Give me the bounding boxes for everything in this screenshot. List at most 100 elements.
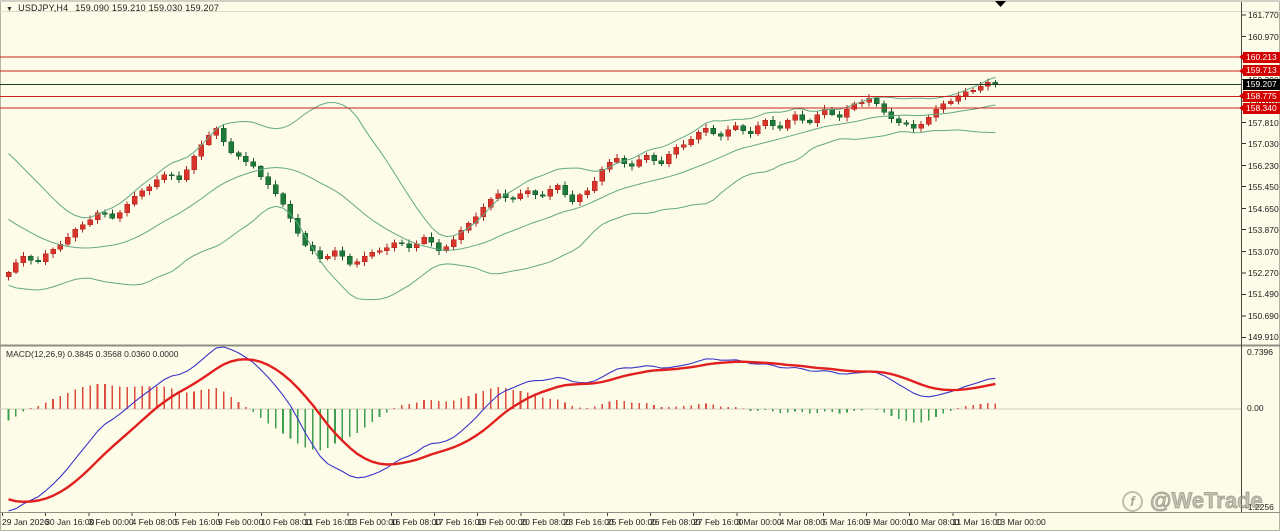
candle-body <box>563 185 568 195</box>
candle-body <box>362 256 367 261</box>
candle-body <box>422 237 427 244</box>
chart-canvas[interactable] <box>0 0 1280 531</box>
chart-title-bar: ▼ USDJPY,H4 159.090 159.210 159.030 159.20… <box>6 3 219 13</box>
candle-body <box>511 198 516 199</box>
candle-body <box>384 248 389 251</box>
symbol-dropdown-icon[interactable]: ▼ <box>6 6 13 13</box>
candle-body <box>347 256 352 264</box>
candle-body <box>666 154 671 164</box>
candle-body <box>140 191 145 196</box>
candle-body <box>377 251 382 252</box>
candle-body <box>110 214 115 218</box>
candle-body <box>251 162 256 167</box>
macd-scale-max-label: 0.7396 <box>1247 347 1273 357</box>
candle-body <box>125 204 130 212</box>
candle-body <box>681 145 686 148</box>
candle-body <box>221 128 226 142</box>
candle-body <box>592 181 597 191</box>
candle-body <box>644 155 649 159</box>
candle-body <box>177 176 182 180</box>
candle-body <box>13 263 18 273</box>
candle-body <box>904 123 909 124</box>
candle-body <box>332 251 337 256</box>
candle-body <box>629 164 634 167</box>
scroll-to-end-marker[interactable] <box>995 1 1006 7</box>
candle-body <box>837 115 842 118</box>
candle-body <box>800 115 805 120</box>
candle-body <box>281 194 286 205</box>
candle-body <box>570 195 575 202</box>
candle-body <box>266 177 271 185</box>
candle-body <box>533 191 538 195</box>
candle-body <box>325 256 330 259</box>
candle-body <box>830 109 835 114</box>
candle-body <box>696 132 701 139</box>
candle-body <box>117 213 122 218</box>
candle-body <box>192 156 197 169</box>
watermark: f @WeTrade <box>1122 488 1263 514</box>
macd-indicator-label: MACD(12,26,9) 0.3845 0.3568 0.0360 0.000… <box>6 349 179 359</box>
candle-body <box>370 252 375 256</box>
candle-body <box>555 185 560 189</box>
candle-body <box>659 161 664 164</box>
bollinger-upper-band <box>9 77 996 236</box>
candle-body <box>718 134 723 137</box>
candle-body <box>934 109 939 117</box>
candle-body <box>919 124 924 128</box>
watermark-text: @WeTrade <box>1150 488 1263 514</box>
window-top-edge <box>0 0 1280 2</box>
candle-body <box>407 244 412 248</box>
candle-body <box>21 256 26 263</box>
candle-body <box>258 166 263 176</box>
candle-body <box>778 126 783 129</box>
macd-histogram <box>9 384 996 451</box>
candle-body <box>518 194 523 199</box>
candle-body <box>525 191 530 194</box>
candle-body <box>132 196 137 204</box>
candle-body <box>733 126 738 130</box>
facebook-icon: f <box>1122 491 1143 512</box>
candle-body <box>785 120 790 128</box>
candle-body <box>703 128 708 132</box>
candle-body <box>154 180 159 187</box>
candle-body <box>6 272 11 276</box>
candle-body <box>741 126 746 131</box>
candle-body <box>807 120 812 123</box>
candle-body <box>652 155 657 160</box>
candle-body <box>51 249 56 254</box>
candle-body <box>65 237 70 244</box>
candle-body <box>926 117 931 124</box>
candle-body <box>548 189 553 196</box>
candle-body <box>815 115 820 123</box>
candle-body <box>451 240 456 247</box>
candle-body <box>147 187 152 191</box>
candle-body <box>488 199 493 207</box>
candle-body <box>392 243 397 248</box>
candle-body <box>540 195 545 196</box>
candle-body <box>755 126 760 134</box>
candle-body <box>793 115 798 120</box>
candle-body <box>726 130 731 137</box>
candle-body <box>273 185 278 194</box>
candle-body <box>689 139 694 144</box>
macd-signal-line <box>9 359 996 502</box>
candle-body <box>585 191 590 195</box>
symbol-timeframe-label: USDJPY,H4 <box>18 3 68 13</box>
candle-body <box>577 195 582 202</box>
candle-body <box>80 225 85 230</box>
candle-body <box>711 128 716 133</box>
candle-body <box>748 131 753 134</box>
candle-body <box>948 101 953 104</box>
candle-body <box>874 98 879 103</box>
candle-body <box>340 251 345 256</box>
candle-body <box>429 237 434 242</box>
candle-body <box>963 92 968 96</box>
candle-body <box>637 160 642 167</box>
candle-body <box>229 142 234 153</box>
candle-body <box>169 175 174 176</box>
candle-body <box>355 262 360 265</box>
candle-body <box>844 109 849 117</box>
candle-body <box>236 153 241 156</box>
candle-body <box>911 124 916 128</box>
ohlc-values-label: 159.090 159.210 159.030 159.207 <box>75 3 219 13</box>
